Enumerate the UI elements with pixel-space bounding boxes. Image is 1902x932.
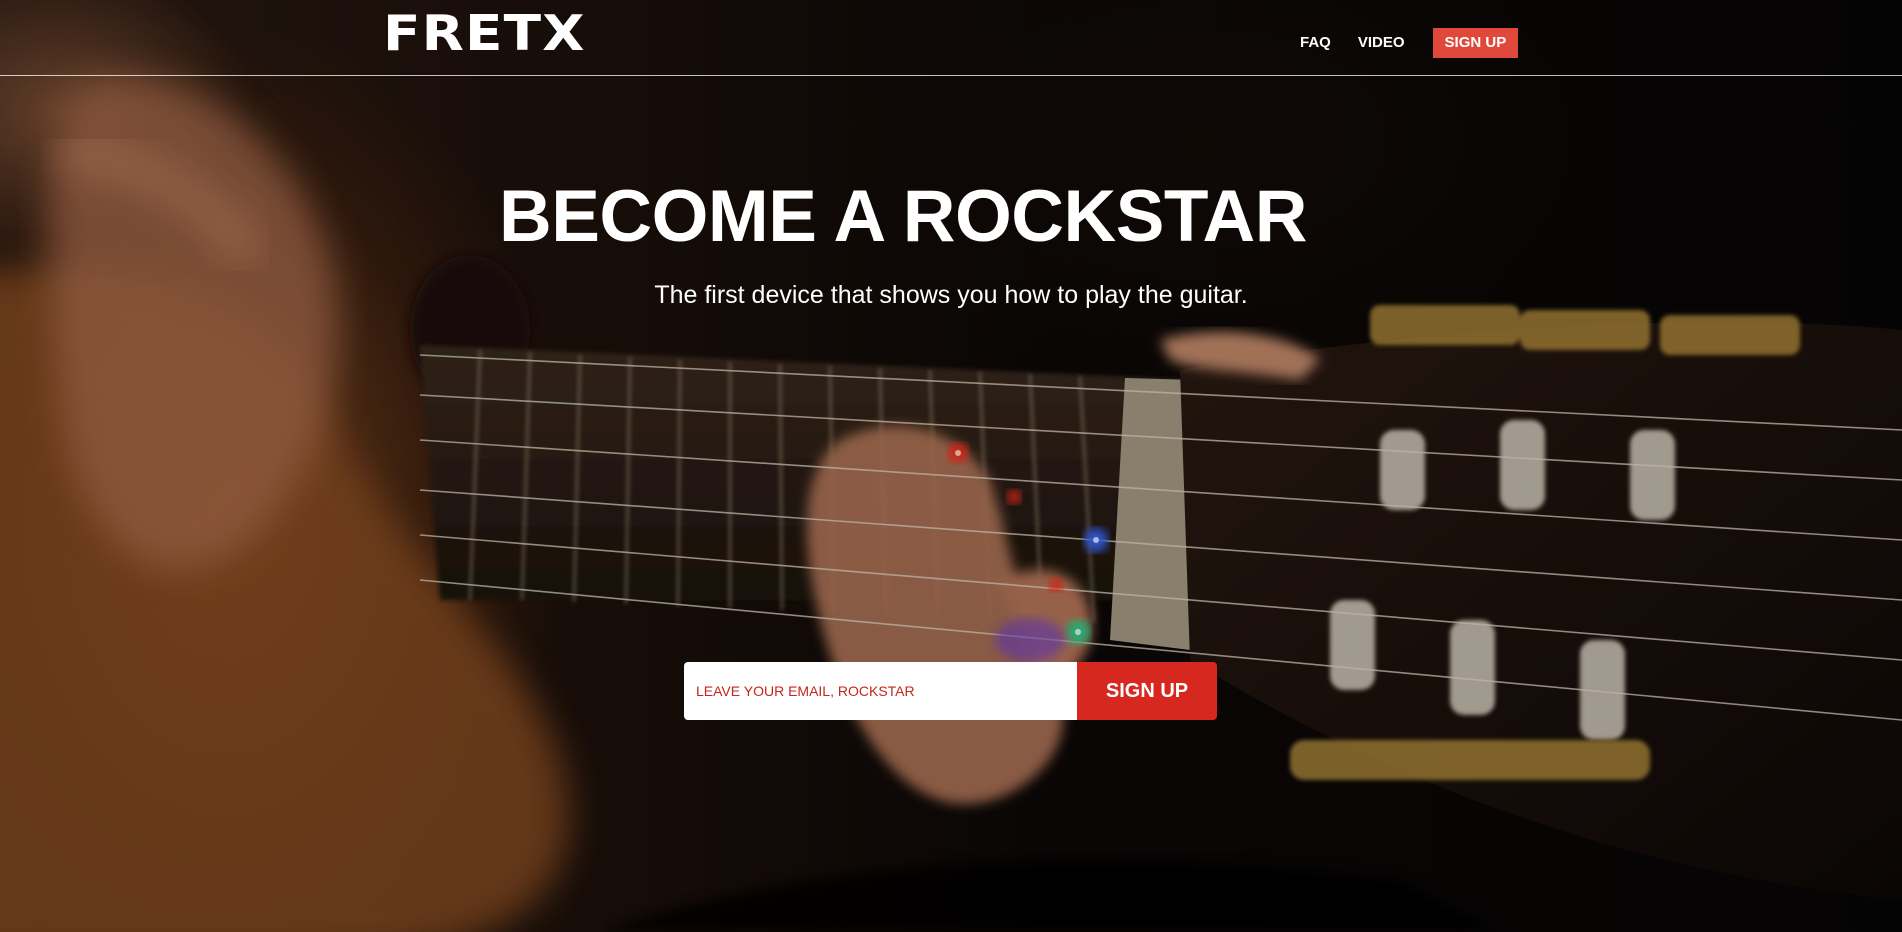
nav-link-faq[interactable]: FAQ (1300, 31, 1331, 55)
fretx-logo[interactable]: FRETX (383, 6, 586, 62)
site-header: FRETX FAQ VIDEO SIGN UP (0, 0, 1902, 76)
nav-link-video[interactable]: VIDEO (1358, 31, 1405, 55)
email-signup-form: SIGN UP (684, 662, 1217, 720)
landing-page: FRETX FAQ VIDEO SIGN UP BECOME A ROCKSTA… (0, 0, 1902, 932)
dark-overlay (0, 0, 1902, 932)
nav-signup-button[interactable]: SIGN UP (1432, 28, 1519, 58)
top-nav: FAQ VIDEO SIGN UP (1300, 28, 1519, 58)
hero-subtitle: The first device that shows you how to p… (654, 281, 1248, 309)
hero-title: BECOME A ROCKSTAR (498, 176, 1308, 257)
email-input[interactable] (684, 662, 1077, 720)
signup-submit-button[interactable]: SIGN UP (1077, 662, 1217, 720)
